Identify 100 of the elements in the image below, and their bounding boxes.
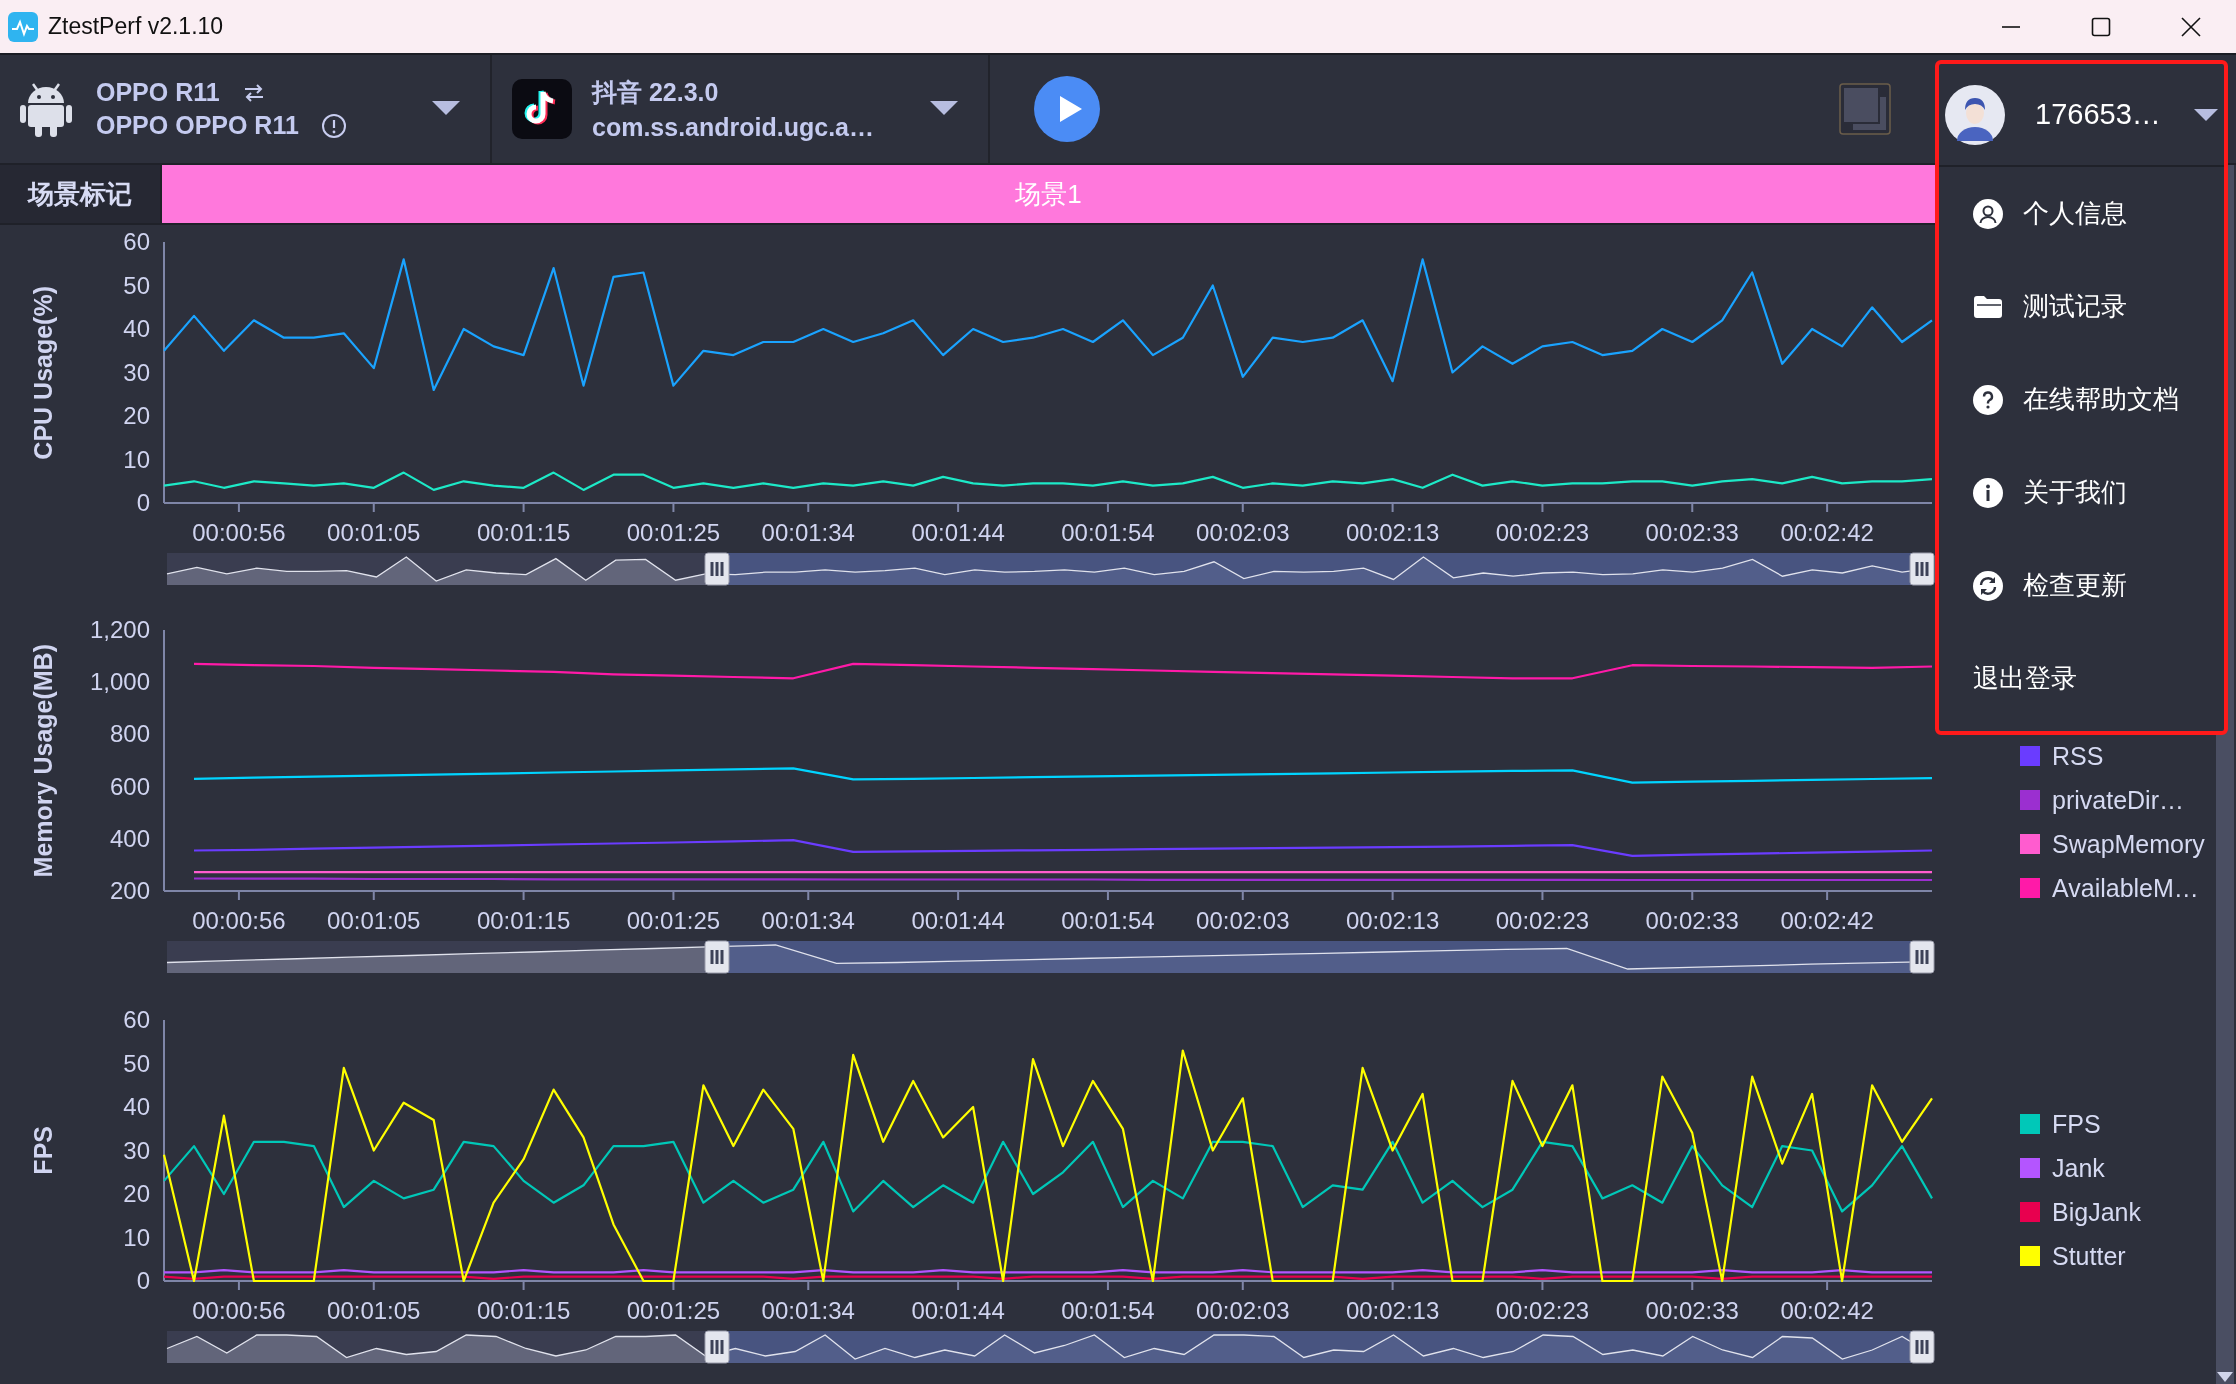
axis-label: 00:02:03 [1196, 519, 1290, 546]
legend-label[interactable]: SwapMemory [2052, 829, 2205, 859]
menu-item[interactable]: 关于我们 [1939, 446, 2224, 539]
play-button[interactable] [1033, 75, 1101, 143]
axis-label: 00:01:34 [761, 907, 855, 934]
axis-label: 00:02:42 [1780, 1297, 1874, 1324]
caret-icon [432, 101, 460, 117]
axis-label: 00:01:05 [327, 907, 421, 934]
axis-label: 00:02:03 [1196, 1297, 1290, 1324]
axis-title: FPS [29, 1126, 58, 1175]
menu-item[interactable]: 在线帮助文档 [1939, 353, 2224, 446]
axis-label: 00:02:23 [1495, 1297, 1590, 1324]
zoom-slider[interactable] [166, 940, 1935, 974]
close-icon [2181, 16, 2201, 37]
axis-label: 00:01:44 [911, 907, 1005, 934]
legend-label[interactable]: FPS [2052, 1109, 2101, 1139]
caret-icon [930, 101, 958, 117]
app-package: com.ss.android.ugc.a… [592, 113, 875, 142]
axis-label: 50 [123, 271, 150, 299]
info-icon [1973, 477, 2003, 508]
axis-label: 00:02:42 [1780, 907, 1874, 934]
zoom-slider[interactable] [166, 552, 1935, 586]
menu-item[interactable]: 个人信息 [1939, 167, 2224, 260]
device-selector[interactable]: OPPO R11 OPPO OPPO R11 [0, 55, 492, 163]
axis-label: 10 [123, 445, 150, 473]
axis-label: 1,000 [89, 668, 150, 696]
profile-icon [1973, 198, 2003, 229]
axis-label: 50 [123, 1049, 150, 1077]
axis-label: 00:01:34 [761, 519, 855, 546]
axis-label: 00:01:25 [626, 519, 721, 546]
user-dropdown-button[interactable]: 176653… [1939, 64, 2224, 165]
axis-label: 20 [123, 1180, 150, 1207]
axis-label: 00:01:25 [626, 907, 721, 934]
app-logo-icon [8, 11, 38, 42]
legend-label[interactable]: privateDir… [2052, 785, 2184, 815]
scene-label: 场景标记 [0, 165, 162, 223]
axis-label: 00:01:44 [911, 519, 1005, 546]
axis-label: 40 [123, 315, 150, 342]
axis-label: 00:01:54 [1061, 907, 1155, 934]
menu-item[interactable]: 退出登录 [1939, 632, 2224, 725]
axis-label: 00:01:05 [327, 1297, 421, 1324]
app-icon [512, 79, 572, 139]
axis-label: 00:01:25 [626, 1297, 721, 1324]
axis-title: CPU Usage(%) [29, 285, 58, 460]
axis-label: 800 [109, 720, 150, 748]
scroll-down-arrow-icon[interactable] [2217, 1372, 2233, 1382]
legend-label[interactable]: RSS [2052, 741, 2104, 771]
device-name: OPPO R11 [96, 78, 220, 107]
zoom-slider[interactable] [166, 1330, 1935, 1364]
info-icon[interactable] [320, 112, 347, 139]
axis-label: 60 [123, 228, 150, 255]
axis-label: 00:02:13 [1345, 519, 1440, 546]
refresh-icon [1973, 570, 2003, 601]
axis-label: 00:02:33 [1645, 907, 1739, 934]
axis-label: 00:02:13 [1345, 907, 1440, 934]
axis-label: 0 [136, 489, 150, 516]
axis-label: 00:01:15 [476, 1297, 571, 1324]
axis-label: 00:00:56 [192, 1297, 286, 1324]
play-icon [1033, 75, 1101, 143]
axis-label: 00:01:15 [476, 519, 571, 546]
app-selector[interactable]: 抖音 22.3.0 com.ss.android.ugc.a… [492, 55, 990, 163]
legend-label[interactable]: AvailableM… [2052, 873, 2199, 903]
caret-icon [2194, 108, 2218, 121]
legend-label[interactable]: Stutter [2052, 1241, 2126, 1271]
axis-label: 60 [123, 1006, 150, 1033]
axis-label: 00:01:44 [911, 1297, 1005, 1324]
axis-label: 1,200 [89, 616, 150, 643]
axis-label: 30 [123, 358, 150, 386]
axis-label: 00:02:23 [1495, 519, 1590, 546]
axis-label: 00:01:54 [1061, 519, 1155, 546]
device-model: OPPO OPPO R11 [96, 111, 299, 140]
axis-label: 00:01:05 [327, 519, 421, 546]
axis-label: 00:02:42 [1780, 519, 1874, 546]
axis-label: 600 [109, 772, 150, 800]
legend-label[interactable]: BigJank [2052, 1197, 2141, 1227]
axis-title: Memory Usage(MB) [29, 643, 58, 878]
axis-label: 20 [123, 402, 150, 429]
legend-label[interactable]: Jank [2052, 1153, 2105, 1183]
menu-item[interactable]: 测试记录 [1939, 260, 2224, 353]
axis-label: 40 [123, 1093, 150, 1120]
axis-label: 00:01:34 [761, 1297, 855, 1324]
axis-label: 00:01:54 [1061, 1297, 1155, 1324]
axis-label: 200 [109, 877, 150, 904]
axis-label: 00:02:33 [1645, 519, 1739, 546]
android-icon [20, 81, 72, 137]
axis-label: 400 [109, 824, 150, 852]
axis-label: 30 [123, 1136, 150, 1164]
help-icon [1973, 384, 2003, 415]
axis-label: 00:01:15 [476, 907, 571, 934]
axis-label: 00:02:23 [1495, 907, 1590, 934]
user-name: 176653… [2035, 98, 2162, 131]
menu-item[interactable]: 检查更新 [1939, 539, 2224, 632]
window-title: ZtestPerf v2.1.10 [48, 13, 224, 40]
axis-label: 0 [136, 1267, 150, 1294]
app-name: 抖音 22.3.0 [592, 77, 720, 108]
maximize-icon [2091, 16, 2111, 37]
minimize-icon [2001, 25, 2021, 28]
axis-label: 10 [123, 1223, 150, 1251]
axis-label: 00:00:56 [192, 907, 286, 934]
avatar-icon [1945, 84, 2005, 145]
